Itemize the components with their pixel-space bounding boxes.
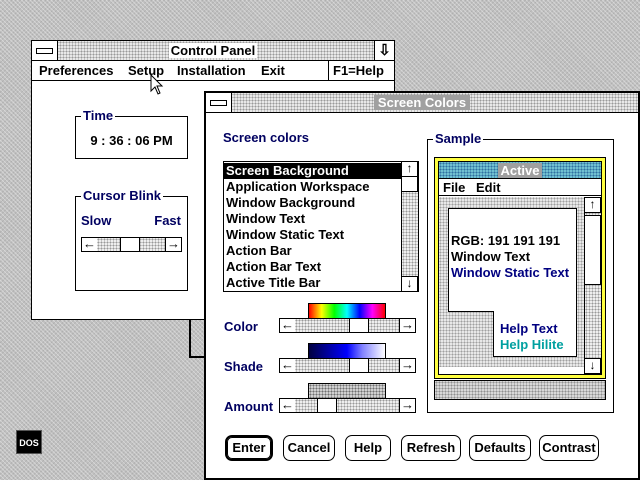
menu-installation[interactable]: Installation (177, 63, 246, 78)
amount-right-arrow-icon[interactable]: → (399, 398, 416, 413)
sample-menubar: File Edit (439, 179, 601, 196)
color-spectrum (308, 303, 386, 319)
time-group: Time 9 : 36 : 06 PM (75, 108, 188, 159)
refresh-button[interactable]: Refresh (401, 435, 461, 461)
screen-colors-listbox[interactable]: Screen Background Application Workspace Wi… (223, 161, 419, 292)
screen-colors-titlebar[interactable]: Screen Colors (206, 93, 638, 113)
cursor-blink-scrollbar[interactable]: ← → (81, 237, 182, 254)
list-item[interactable]: Application Workspace (224, 179, 401, 195)
sample-help-text: Help Text (500, 321, 558, 336)
sample-status-bar (434, 380, 606, 400)
shade-spectrum (308, 343, 386, 359)
sample-menu-edit: Edit (476, 180, 501, 195)
sample-help-hilite: Help Hilite (500, 337, 564, 352)
amount-track[interactable] (295, 398, 400, 413)
sample-inner-window: RGB: 191 191 191 Window Text Window Stat… (448, 208, 577, 312)
sample-window-text: Window Text (451, 249, 531, 264)
screen-colors-list: Screen Background Application Workspace Wi… (224, 163, 401, 291)
color-label: Color (224, 319, 258, 334)
control-panel-menubar: Preferences Setup Installation Exit F1=H… (32, 61, 394, 81)
list-item[interactable]: Action Bar (224, 243, 401, 259)
fast-label: Fast (154, 213, 181, 228)
list-item[interactable]: Action Bar Text (224, 259, 401, 275)
color-track[interactable] (295, 318, 400, 333)
screen-colors-window[interactable]: Screen Colors Screen colors Screen Backg… (204, 91, 640, 480)
screen-colors-title: Screen Colors (373, 95, 471, 110)
sample-down-arrow-icon: ↓ (584, 358, 601, 374)
list-down-arrow-icon[interactable]: ↓ (401, 276, 418, 292)
sample-label: Sample (433, 131, 484, 146)
list-vscroll[interactable]: ↑ ↓ (401, 161, 418, 292)
color-scrollbar[interactable]: ← → (279, 318, 416, 335)
cancel-button[interactable]: Cancel (283, 435, 335, 461)
sample-menu-file: File (443, 180, 466, 195)
defaults-button[interactable]: Defaults (469, 435, 531, 461)
time-value[interactable]: 9 : 36 : 06 PM (76, 133, 187, 148)
shade-left-arrow-icon[interactable]: ← (279, 358, 296, 373)
color-thumb[interactable] (349, 318, 369, 333)
amount-left-arrow-icon[interactable]: ← (279, 398, 296, 413)
cursor-blink-right-arrow-icon[interactable]: → (165, 237, 182, 252)
list-item[interactable]: Window Background (224, 195, 401, 211)
screen-colors-label: Screen colors (223, 130, 309, 145)
sample-titlebar: Active (439, 162, 601, 179)
cursor-blink-left-arrow-icon[interactable]: ← (81, 237, 98, 252)
shade-right-arrow-icon[interactable]: → (399, 358, 416, 373)
sample-up-arrow-icon: ↑ (584, 197, 601, 213)
cursor-blink-label: Cursor Blink (81, 188, 164, 203)
sample-window-static-text: Window Static Text (451, 265, 570, 280)
sample-title: Active (498, 163, 542, 178)
control-panel-titlebar[interactable]: Control Panel ⇩ (32, 41, 394, 61)
list-item[interactable]: Screen Background (224, 163, 401, 179)
list-item[interactable]: Window Static Text (224, 227, 401, 243)
menu-help[interactable]: F1=Help (333, 63, 384, 78)
menu-divider (328, 61, 329, 80)
shade-label: Shade (224, 359, 264, 374)
contrast-button[interactable]: Contrast (539, 435, 599, 461)
sample-scroll-thumb (584, 215, 601, 285)
sample-frame: Active File Edit RGB: 191 191 191 Window… (434, 157, 606, 379)
amount-scrollbar[interactable]: ← → (279, 398, 416, 415)
enter-button[interactable]: Enter (225, 435, 273, 461)
sample-help-window: Help Text Help Hilite (493, 311, 577, 357)
minimize-icon[interactable]: ⇩ (374, 41, 394, 60)
sample-rgb: RGB: 191 191 191 (451, 233, 561, 248)
cursor-blink-group: Cursor Blink Slow Fast ← → (75, 188, 188, 291)
amount-thumb[interactable] (317, 398, 337, 413)
amount-spectrum (308, 383, 386, 399)
list-item[interactable]: Window Text (224, 211, 401, 227)
cursor-blink-track[interactable] (97, 237, 166, 252)
menu-preferences[interactable]: Preferences (39, 63, 113, 78)
slow-label: Slow (81, 213, 112, 228)
sample-window: Active File Edit RGB: 191 191 191 Window… (438, 161, 602, 375)
mouse-pointer-icon (150, 74, 164, 95)
time-label: Time (81, 108, 116, 123)
help-button[interactable]: Help (345, 435, 391, 461)
menu-exit[interactable]: Exit (261, 63, 285, 78)
dos-icon[interactable]: DOS (16, 430, 42, 454)
color-right-arrow-icon[interactable]: → (399, 318, 416, 333)
cursor-blink-thumb[interactable] (120, 237, 140, 252)
sample-group: Sample Active File Edit RGB: 191 191 191 (427, 131, 614, 413)
shade-track[interactable] (295, 358, 400, 373)
sample-vscroll: ↑ ↓ (584, 197, 601, 374)
amount-label: Amount (224, 399, 274, 414)
control-panel-title: Control Panel (168, 43, 258, 58)
shade-scrollbar[interactable]: ← → (279, 358, 416, 375)
list-up-arrow-icon[interactable]: ↑ (401, 161, 418, 177)
shade-thumb[interactable] (349, 358, 369, 373)
color-left-arrow-icon[interactable]: ← (279, 318, 296, 333)
list-item[interactable]: Active Title Bar (224, 275, 401, 291)
list-scroll-thumb[interactable] (401, 176, 418, 192)
dos-icon-label: DOS (19, 438, 39, 448)
